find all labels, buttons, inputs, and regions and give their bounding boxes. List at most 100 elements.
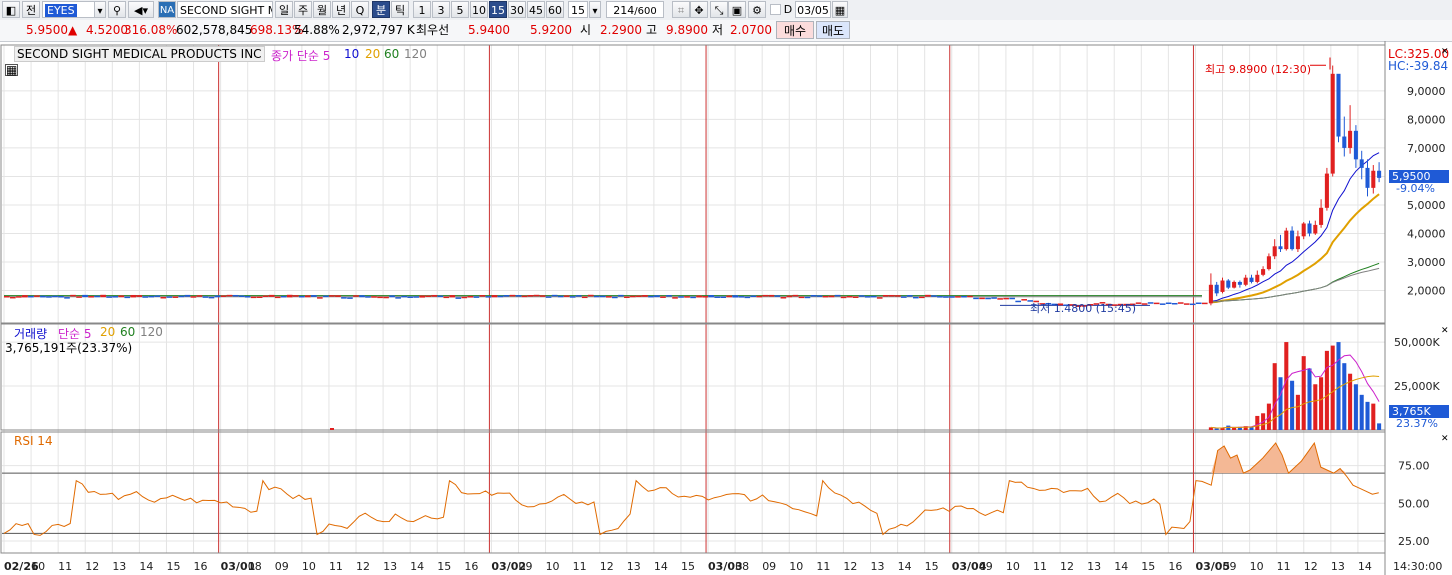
candle [1342,136,1347,148]
candle [1153,302,1160,305]
interval-45[interactable]: 45 [527,1,545,18]
candle [1232,281,1237,288]
candle [1177,302,1184,304]
search-icon[interactable]: ⚲ [108,1,126,18]
grid-icon[interactable]: ▦ [5,64,19,76]
interval-dropdown-icon[interactable] [589,1,601,18]
candle [250,296,257,299]
chart-area[interactable]: 02/2610 11 12 13 14 15 16 03/0108 09 10 11 12 13 14 15… [0,41,1452,575]
interval-10[interactable]: 10 [470,1,488,18]
candle [401,295,407,298]
close-rsi-pane-icon[interactable]: ✕ [1441,434,1449,444]
vol-ma20-label[interactable]: 20 [100,325,115,339]
candle [612,296,618,299]
drag-arrows-icon[interactable]: ✥ [690,1,708,18]
trade-amount: 2,972,797 K [342,23,415,37]
candle [22,295,28,298]
price-indicator-label[interactable]: 종가 단순 5 [271,47,330,64]
market-badge[interactable]: NA [158,1,176,18]
interval-3[interactable]: 3 [432,1,450,18]
date-field[interactable]: 03/05 [795,1,831,18]
ma20-label[interactable]: 20 [365,47,380,61]
volume-bar [1214,428,1219,430]
candle [455,297,462,299]
candle [292,295,299,297]
candle [599,295,606,298]
candle [1009,297,1015,300]
x-tick-label: 16 [194,560,208,573]
candle [696,295,702,298]
interval-1[interactable]: 1 [413,1,431,18]
period-month[interactable]: 월 [313,1,331,18]
interval-5[interactable]: 5 [451,1,469,18]
candle [1015,300,1021,303]
bar-count-field[interactable]: 214/600 [606,1,664,18]
candle [491,295,498,298]
candle [587,294,594,297]
candle [1141,303,1148,305]
vol-ma60-label[interactable]: 60 [120,325,135,339]
gear-icon[interactable]: ⚙ [748,1,766,18]
rsi-tick-label: 25.00 [1398,535,1430,548]
candle [323,295,329,298]
candle [732,295,739,298]
vol-ma120-label[interactable]: 120 [140,325,163,339]
period-tick[interactable]: 틱 [391,1,409,18]
candle [684,296,690,298]
candle [335,295,341,297]
candle [1147,302,1154,304]
period-year[interactable]: 년 [332,1,350,18]
symbol-dropdown-icon[interactable] [94,1,106,18]
panel-toggle-icon[interactable]: ◧ [2,1,20,18]
candle [1377,170,1382,178]
candle [1165,302,1172,305]
crosshair-icon[interactable]: ⌗ [672,1,690,18]
candle [1159,303,1166,305]
candle [166,296,173,298]
candle [359,295,365,298]
rsi-title[interactable]: RSI 14 [14,434,53,448]
volume-bar [1301,356,1306,430]
x-tick-label: 14 [898,560,912,573]
tab-all[interactable]: 전 [22,1,40,18]
buy-button[interactable]: 매수 [776,21,814,39]
x-tick-label: 15 [437,560,451,573]
ma120-label[interactable]: 120 [404,47,427,61]
close-volume-pane-icon[interactable]: ✕ [1441,326,1449,336]
interval-15[interactable]: 15 [489,1,507,18]
period-quarter[interactable]: Q [351,1,369,18]
calendar-icon[interactable]: ▦ [832,1,848,18]
candle [106,296,112,298]
save-icon[interactable]: ▣ [728,1,746,18]
interval-60[interactable]: 60 [546,1,564,18]
candle [1226,280,1231,288]
candle [678,296,684,298]
sell-button[interactable]: 매도 [816,21,850,39]
candle [377,296,383,299]
interval-select[interactable]: 15 [568,1,588,18]
candle [286,294,293,298]
ma10-label[interactable]: 10 [344,47,359,61]
draw-tool-icon[interactable]: ⤡ [710,1,728,18]
candle [852,296,859,299]
candle [196,295,203,297]
interval-30[interactable]: 30 [508,1,526,18]
candle [365,296,371,298]
x-tick-label: 14 [1114,560,1128,573]
candle [40,295,46,298]
candle [666,295,672,297]
candle [636,295,642,298]
ma60-label[interactable]: 60 [384,47,399,61]
date-checkbox[interactable] [770,4,781,15]
volume-value: 3,765,191주(23.37%) [5,341,133,355]
speaker-icon[interactable]: ◀▾ [128,1,154,18]
period-day[interactable]: 일 [275,1,293,18]
period-week[interactable]: 주 [294,1,312,18]
candle [118,295,124,298]
candle [395,297,401,299]
candle [575,295,582,297]
candle [58,296,64,298]
x-tick-label: 13 [1331,560,1345,573]
period-minute[interactable]: 분 [372,1,390,18]
close-pane-icon[interactable]: ✕ [1441,47,1449,57]
